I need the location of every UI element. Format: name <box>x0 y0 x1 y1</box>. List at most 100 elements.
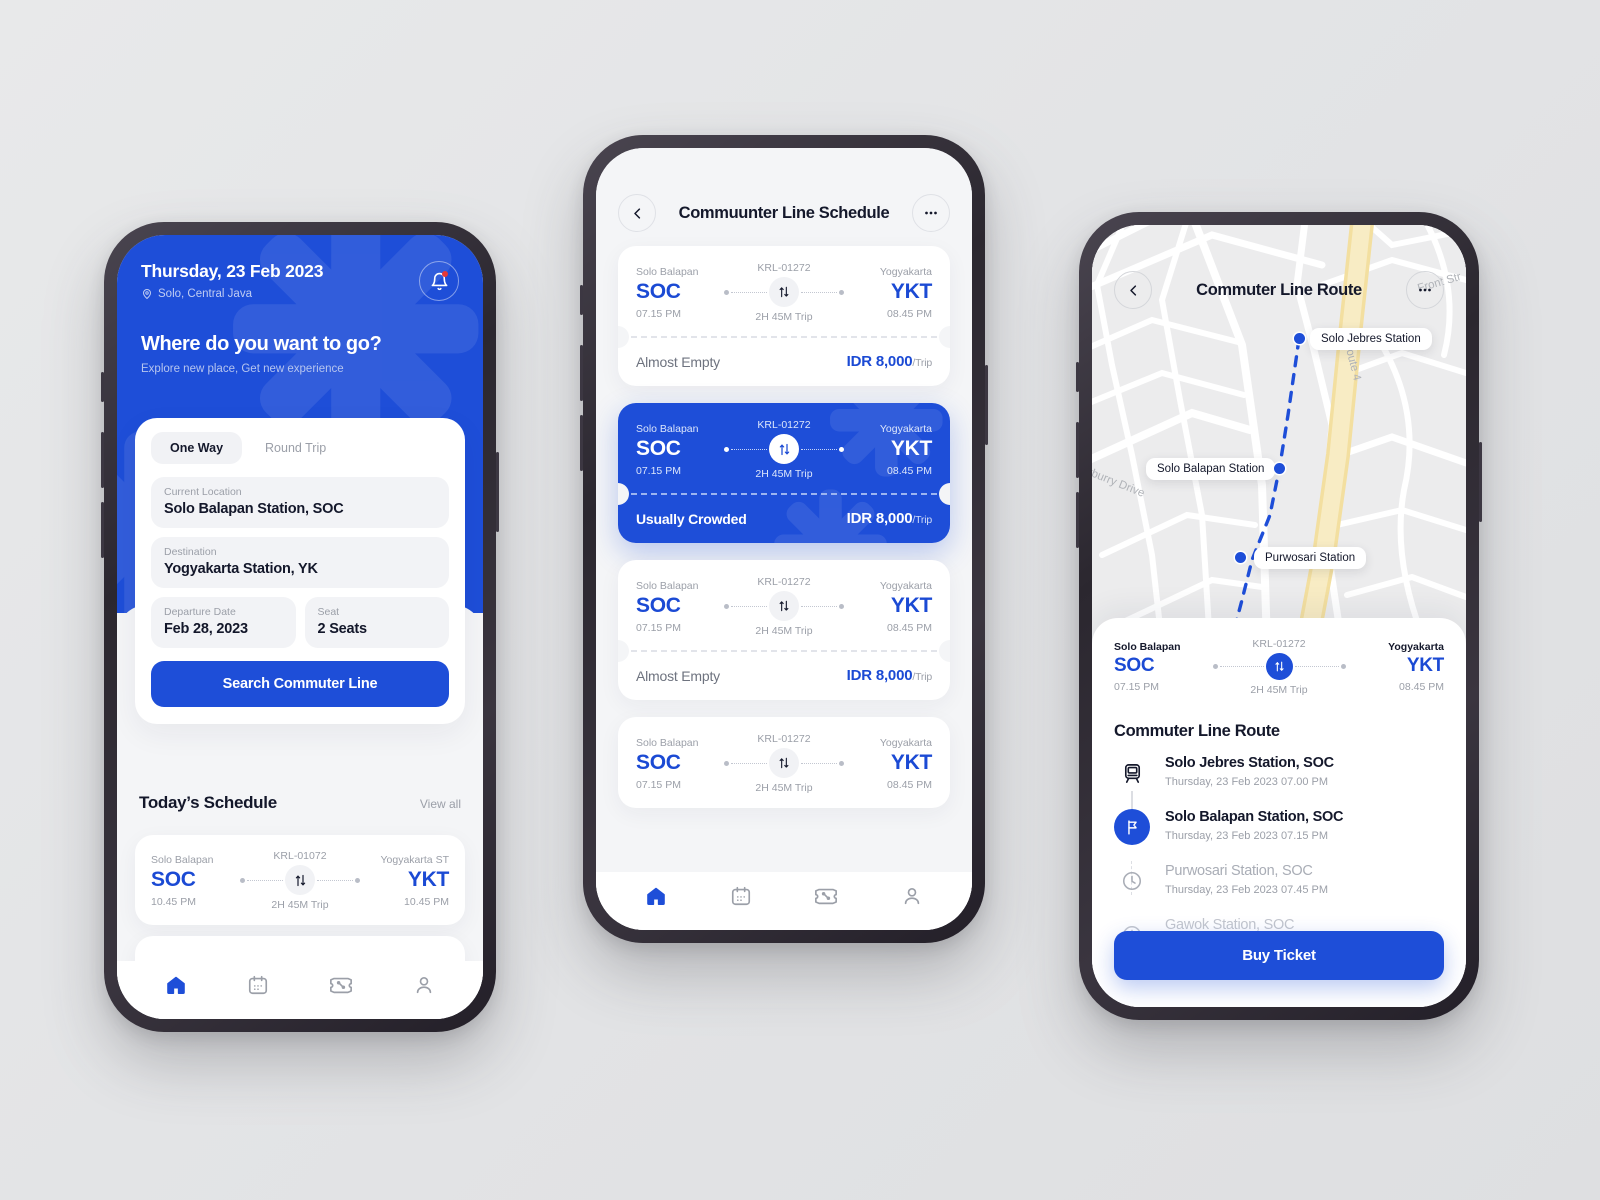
ticket-card-partial[interactable]: Solo Balapan SOC 07.15 PM KRL-01272 2H 4… <box>618 717 950 808</box>
stop-meta: Thursday, 23 Feb 2023 07.00 PM <box>1165 776 1329 788</box>
view-all-link[interactable]: View all <box>420 797 461 811</box>
stop-meta: Thursday, 23 Feb 2023 07.45 PM <box>1165 884 1329 896</box>
transfer-bubble <box>1265 653 1293 680</box>
destination-time: 10.45 PM <box>404 895 449 908</box>
tab-home[interactable] <box>645 885 667 912</box>
current-location-field[interactable]: Current Location Solo Balapan Station, S… <box>151 477 449 528</box>
connector-line-left <box>731 762 767 764</box>
trip-duration: 2H 45M Trip <box>755 468 813 480</box>
buy-ticket-button[interactable]: Buy Ticket <box>1114 931 1444 980</box>
map-label-solo-balapan[interactable]: Solo Balapan Station <box>1146 458 1276 480</box>
connector-line-left <box>731 291 767 293</box>
route-stop-active[interactable]: Solo Balapan Station, SOC Thursday, 23 F… <box>1114 809 1444 863</box>
trip-duration: 2H 45M Trip <box>755 625 813 637</box>
map-pin-dot-solo-balapan[interactable] <box>1274 463 1285 474</box>
destination-time: 08.45 PM <box>887 621 932 634</box>
destination-time: 08.45 PM <box>1399 681 1444 693</box>
transfer-bubble <box>769 277 799 307</box>
ticket-percent-icon <box>815 888 838 904</box>
train-number: KRL-01272 <box>757 262 811 274</box>
notifications-button[interactable] <box>419 261 459 301</box>
connector-dot-start <box>724 446 730 452</box>
tab-calendar[interactable] <box>247 974 269 1001</box>
route-stop[interactable]: Solo Jebres Station, SOC Thursday, 23 Fe… <box>1114 755 1444 809</box>
train-number: KRL-01072 <box>273 850 327 862</box>
map-label-solo-jebres[interactable]: Solo Jebres Station <box>1310 328 1432 350</box>
ticket-price: IDR 8,000/Trip <box>847 353 933 370</box>
stop-meta: Thursday, 23 Feb 2023 07.15 PM <box>1165 830 1329 842</box>
home-location: Solo, Central Java <box>141 288 323 300</box>
departure-date-field[interactable]: Departure Date Feb 28, 2023 <box>151 597 296 648</box>
user-icon <box>904 887 919 904</box>
phone-home: Thursday, 23 Feb 2023 Solo, Central Java <box>101 222 499 1032</box>
tab-home[interactable] <box>165 974 187 1001</box>
tab-tickets[interactable] <box>814 885 838 912</box>
connector-dot-start <box>239 877 245 883</box>
notification-badge-dot <box>442 271 448 277</box>
stop-icon-wrap <box>1114 755 1150 791</box>
origin-time: 10.45 PM <box>151 895 196 908</box>
destination-field[interactable]: Destination Yogyakarta Station, YK <box>151 537 449 588</box>
schedule-card[interactable]: Solo Balapan SOC 10.45 PM KRL-01072 2H 4… <box>135 835 465 925</box>
tab-one-way[interactable]: One Way <box>151 432 243 464</box>
route-header: Commuter Line Route <box>1092 271 1466 309</box>
schedule-header: Commuunter Line Schedule <box>596 148 972 246</box>
ticket-card-selected[interactable]: Solo Balapan SOC 07.15 PM KRL-01272 2H 4… <box>618 403 950 543</box>
route-connector <box>724 748 844 778</box>
map-pin-icon <box>142 289 152 300</box>
connector-line-right <box>801 762 837 764</box>
train-icon <box>1124 763 1140 783</box>
origin-code: SOC <box>636 593 681 617</box>
map-pin-dot-solo-jebres[interactable] <box>1294 333 1305 344</box>
tab-profile[interactable] <box>413 974 435 1001</box>
seat-label: Seat <box>317 606 340 618</box>
connector-line-right <box>801 291 837 293</box>
connector-dot-start <box>724 760 730 766</box>
destination-name: Yogyakarta <box>1388 641 1444 653</box>
destination-name: Yogyakarta <box>879 579 932 592</box>
route-connector <box>724 277 844 307</box>
origin-name: Solo Balapan <box>151 853 214 866</box>
route-summary: Solo Balapan SOC 07.15 PM KRL-01272 2H 4… <box>1114 638 1444 696</box>
current-location-value: Solo Balapan Station, SOC <box>164 501 344 517</box>
ticket-card[interactable]: Solo Balapan SOC 07.15 PM KRL-01272 2H 4… <box>618 246 950 386</box>
map-label-purwosari[interactable]: Purwosari Station <box>1254 547 1367 569</box>
route-stop[interactable]: Purwosari Station, SOC Thursday, 23 Feb … <box>1114 863 1444 917</box>
origin-time: 07.15 PM <box>636 464 681 477</box>
chevron-left-icon <box>633 207 640 219</box>
tab-tickets[interactable] <box>329 974 353 1001</box>
crowd-status: Almost Empty <box>636 353 720 370</box>
more-options-button[interactable] <box>1405 271 1444 309</box>
connector-dot-start <box>724 603 730 609</box>
ticket-price: IDR 8,000/Trip <box>847 510 933 527</box>
route-connector <box>724 434 844 464</box>
origin-name: Solo Balapan <box>636 265 699 278</box>
stop-icon-wrap <box>1114 863 1150 899</box>
search-commuter-line-button[interactable]: Search Commuter Line <box>151 661 449 707</box>
tab-calendar[interactable] <box>730 885 752 912</box>
more-options-button[interactable] <box>912 194 950 232</box>
transfer-arrows-icon <box>295 874 305 886</box>
route-connector <box>239 865 361 895</box>
origin-time: 07.15 PM <box>636 307 681 320</box>
tab-profile[interactable] <box>901 885 923 912</box>
tab-round-trip[interactable]: Round Trip <box>246 432 345 464</box>
route-screen: Front Str Route 4 rburry Drive Solo Jebr… <box>1092 225 1466 1007</box>
home-location-text: Solo, Central Java <box>158 288 252 300</box>
trip-duration: 2H 45M Trip <box>271 899 329 911</box>
home-icon <box>167 976 185 994</box>
transfer-bubble <box>769 434 799 464</box>
back-button[interactable] <box>1114 271 1152 309</box>
crowd-status: Usually Crowded <box>636 510 747 527</box>
stop-name: Solo Jebres Station, SOC <box>1165 755 1334 771</box>
map-pin-dot-purwosari[interactable] <box>1235 552 1246 563</box>
screenshot-stage: Thursday, 23 Feb 2023 Solo, Central Java <box>0 0 1600 1200</box>
ticket-card[interactable]: Solo Balapan SOC 07.15 PM KRL-01272 2H 4… <box>618 560 950 700</box>
ticket-list: Solo Balapan SOC 07.15 PM KRL-01272 2H 4… <box>596 246 972 808</box>
origin-name: Solo Balapan <box>636 422 699 435</box>
seat-field[interactable]: Seat 2 Seats <box>304 597 449 648</box>
back-button[interactable] <box>618 194 656 232</box>
connector-line-left <box>731 448 767 450</box>
home-icon <box>647 887 666 905</box>
home-subheadline: Explore new place, Get new experience <box>141 363 344 375</box>
